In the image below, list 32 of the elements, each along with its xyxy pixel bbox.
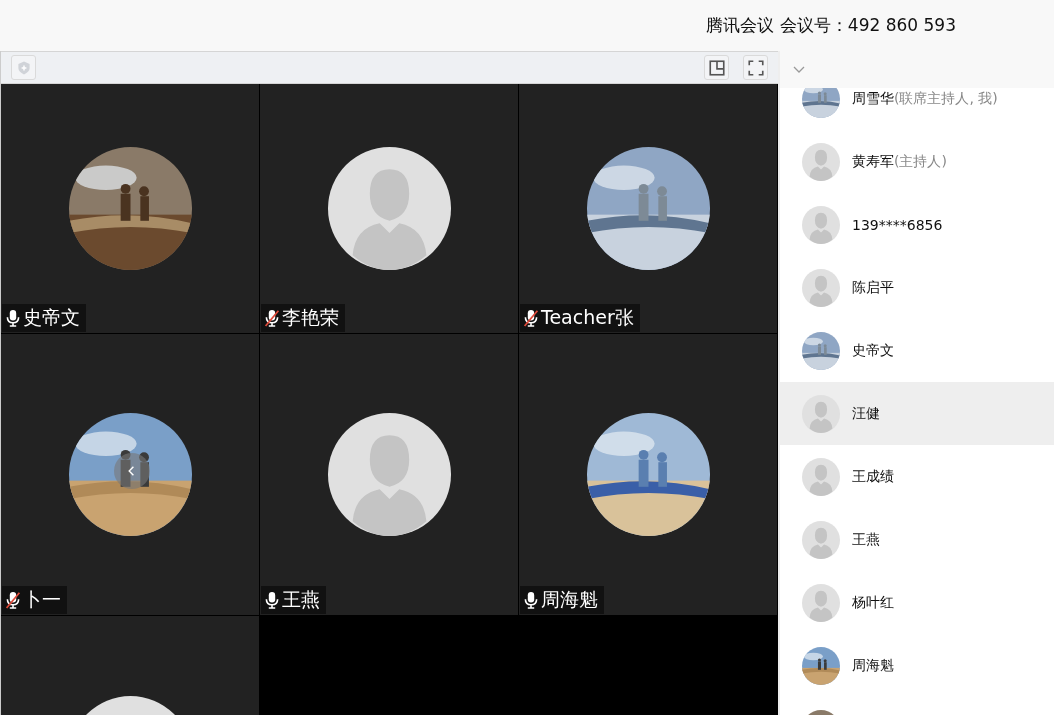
default-avatar-icon (327, 413, 451, 536)
participant-name: 周雪华 (852, 89, 894, 108)
participant-name: 139****6856 (852, 216, 943, 233)
participant-name: 王成绩 (852, 467, 894, 486)
participant-name: Teacher张 (541, 305, 634, 330)
participant-name: 杨叶红 (852, 593, 894, 612)
participant-row[interactable]: 汪健 (780, 382, 1054, 445)
participant-name: 史帝文 (23, 305, 80, 330)
participant-name: 周海魁 (541, 587, 598, 612)
default-avatar-icon (802, 268, 840, 307)
layout-icon[interactable] (704, 55, 729, 80)
participant-role: (主持人) (894, 152, 947, 171)
participant-name: 卜一 (23, 587, 61, 612)
chevron-down-icon[interactable] (793, 65, 805, 74)
default-avatar-icon (802, 583, 840, 622)
default-avatar-icon (802, 205, 840, 244)
participant-name: 汪健 (852, 404, 880, 423)
default-avatar-icon (802, 520, 840, 559)
meeting-title: 腾讯会议 会议号：492 860 593 (706, 14, 956, 37)
default-avatar-icon (802, 394, 840, 433)
participant-name: 周海魁 (852, 656, 894, 675)
default-avatar-icon (327, 147, 451, 270)
participant-name: 史帝文 (852, 341, 894, 360)
participant-name: 李艳荣 (282, 305, 339, 330)
participant-name: 陈启平 (852, 278, 894, 297)
participant-name: 黄寿军 (852, 152, 894, 171)
participant-name: 王燕 (282, 587, 320, 612)
default-avatar-icon (802, 457, 840, 496)
default-avatar-icon (802, 142, 840, 181)
fullscreen-icon[interactable] (743, 55, 768, 80)
participant-name: 王燕 (852, 530, 880, 549)
participant-role: (联席主持人, 我) (894, 89, 998, 108)
